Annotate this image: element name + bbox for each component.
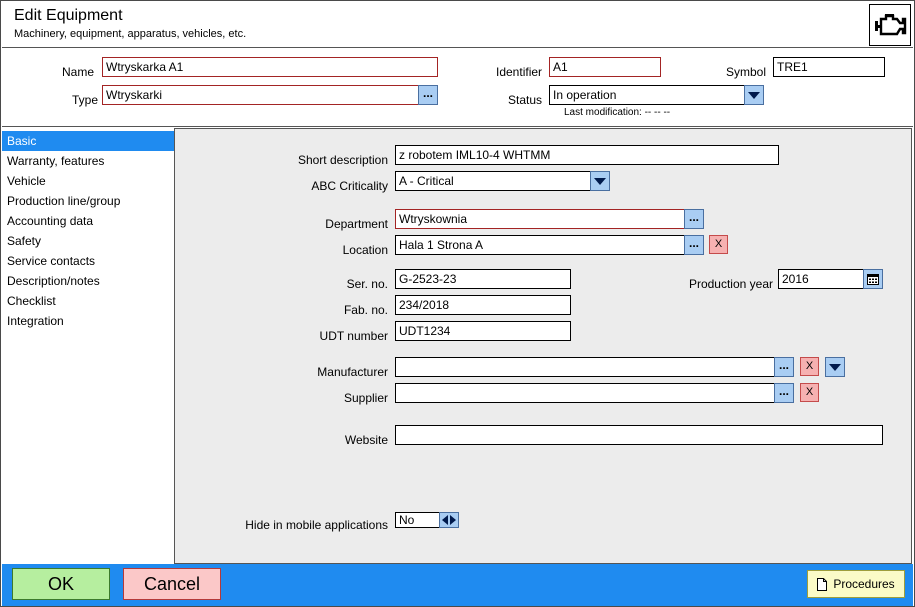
chevron-down-icon: [594, 177, 606, 185]
name-field[interactable]: Wtryskarka A1: [102, 57, 438, 77]
name-label: Name: [62, 65, 95, 79]
procedures-button[interactable]: Procedures: [807, 570, 905, 598]
symbol-field[interactable]: TRE1: [773, 57, 885, 77]
sidebar-item-integration[interactable]: Integration: [2, 311, 174, 331]
status-label: Status: [508, 93, 543, 107]
sidebar-item-basic[interactable]: Basic: [2, 131, 174, 151]
type-field[interactable]: Wtryskarki: [102, 85, 419, 105]
manufacturer-clear-button[interactable]: X: [800, 357, 819, 376]
document-icon: [817, 577, 828, 591]
window-title: Edit Equipment: [14, 7, 123, 24]
udt-number-field[interactable]: UDT1234: [395, 321, 571, 341]
website-field[interactable]: [395, 425, 883, 445]
website-label: Website: [344, 433, 388, 447]
manufacturer-label: Manufacturer: [317, 365, 388, 379]
sidebar-item-description[interactable]: Description/notes: [2, 271, 174, 291]
last-modification: Last modification: -- -- --: [564, 107, 671, 118]
chevron-down-icon: [748, 91, 760, 99]
fab-number-label: Fab. no.: [343, 303, 388, 317]
hide-mobile-label: Hide in mobile applications: [245, 518, 388, 532]
manufacturer-field[interactable]: [395, 357, 775, 377]
sidebar-item-production-line[interactable]: Production line/group: [2, 191, 174, 211]
location-field[interactable]: Hala 1 Strona A: [395, 235, 685, 255]
supplier-field[interactable]: [395, 383, 775, 403]
edit-equipment-window: Edit Equipment Machinery, equipment, app…: [0, 0, 915, 607]
hide-mobile-toggle[interactable]: [439, 512, 459, 528]
sidebar-item-service-contacts[interactable]: Service contacts: [2, 251, 174, 271]
cancel-button[interactable]: Cancel: [123, 568, 221, 600]
location-clear-button[interactable]: X: [709, 235, 728, 254]
udt-number-label: UDT number: [319, 329, 388, 343]
manufacturer-browse-button[interactable]: ...: [774, 357, 794, 377]
symbol-label: Symbol: [726, 65, 767, 79]
location-browse-button[interactable]: ...: [684, 235, 704, 255]
abc-criticality-label: ABC Criticality: [311, 179, 388, 193]
short-description-label: Short description: [297, 153, 388, 167]
sidebar-item-accounting[interactable]: Accounting data: [2, 211, 174, 231]
window-subtitle: Machinery, equipment, apparatus, vehicle…: [14, 28, 247, 40]
serial-number-label: Ser. no.: [346, 277, 388, 291]
calendar-icon: [867, 274, 879, 285]
production-year-label: Production year: [688, 277, 773, 291]
procedures-label: Procedures: [833, 577, 895, 591]
department-label: Department: [325, 217, 388, 231]
identifier-label: Identifier: [496, 65, 543, 79]
fab-number-field[interactable]: 234/2018: [395, 295, 571, 315]
identifier-field[interactable]: A1: [549, 57, 661, 77]
production-year-field[interactable]: 2016: [778, 269, 864, 289]
type-browse-button[interactable]: ...: [418, 85, 438, 105]
footer-bar: OK Cancel Procedures: [2, 564, 913, 606]
sidebar-item-vehicle[interactable]: Vehicle: [2, 171, 174, 191]
sidebar-item-checklist[interactable]: Checklist: [2, 291, 174, 311]
chevron-down-icon: [829, 363, 841, 371]
department-field[interactable]: Wtryskownia: [395, 209, 685, 229]
abc-criticality-select[interactable]: A - Critical: [395, 171, 591, 191]
status-dropdown-button[interactable]: [744, 85, 764, 105]
type-label: Type: [72, 93, 99, 107]
sidebar-item-safety[interactable]: Safety: [2, 231, 174, 251]
location-label: Location: [342, 243, 388, 257]
supplier-label: Supplier: [343, 391, 388, 405]
manufacturer-dropdown-button[interactable]: [825, 357, 845, 377]
supplier-clear-button[interactable]: X: [800, 383, 819, 402]
left-right-arrows-icon: [442, 515, 456, 525]
abc-criticality-dropdown-button[interactable]: [590, 171, 610, 191]
ok-button[interactable]: OK: [12, 568, 110, 600]
basic-panel: Short description z robotem IML10-4 WHTM…: [174, 128, 912, 564]
sidebar-item-warranty[interactable]: Warranty, features: [2, 151, 174, 171]
serial-number-field[interactable]: G-2523-23: [395, 269, 571, 289]
engine-icon: [869, 4, 911, 46]
calendar-button[interactable]: [863, 269, 883, 289]
supplier-browse-button[interactable]: ...: [774, 383, 794, 403]
header: Edit Equipment Machinery, equipment, app…: [2, 2, 913, 48]
top-form: Name Wtryskarka A1 Type Wtryskarki ... I…: [2, 49, 913, 127]
status-select[interactable]: In operation: [549, 85, 745, 105]
hide-mobile-select[interactable]: No: [395, 512, 441, 528]
short-description-field[interactable]: z robotem IML10-4 WHTMM: [395, 145, 779, 165]
sidebar: Basic Warranty, features Vehicle Product…: [2, 128, 174, 564]
department-browse-button[interactable]: ...: [684, 209, 704, 229]
